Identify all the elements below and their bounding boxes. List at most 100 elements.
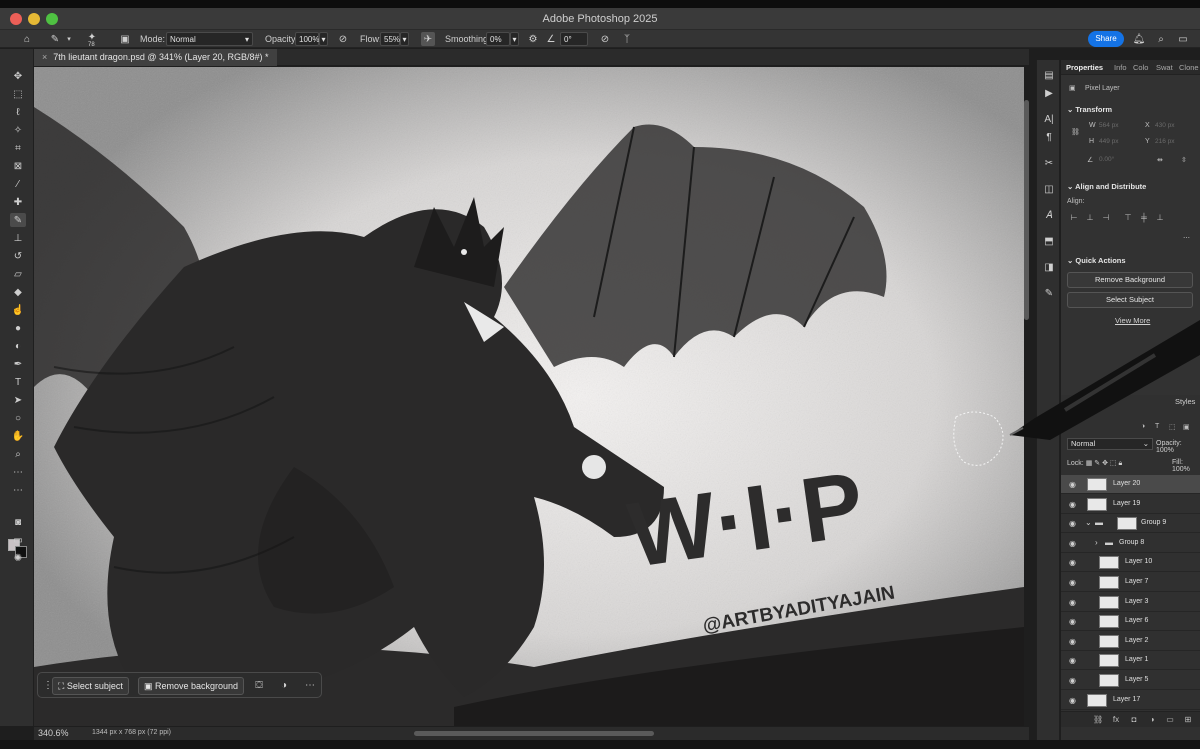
visibility-eye-icon[interactable]: ◉ [1069, 696, 1079, 705]
quick-select-subject-button[interactable]: Select Subject [1067, 292, 1193, 308]
x-field[interactable]: 430 px [1155, 122, 1175, 133]
shape-tool-icon[interactable]: ○ [10, 411, 26, 425]
visibility-eye-icon[interactable]: ◉ [1069, 558, 1079, 567]
group-mask-thumbnail[interactable] [1117, 517, 1137, 531]
transform-icon[interactable]: ⛋ [251, 678, 267, 694]
history-panel-icon[interactable]: ▤ [1041, 68, 1057, 84]
quick-actions-section-title[interactable]: ⌄ Quick Actions [1067, 256, 1126, 265]
flip-vertical-icon[interactable]: ⇳ [1181, 156, 1187, 164]
lock-all-icon[interactable]: 🔒︎ [1119, 460, 1123, 467]
new-adjustment-layer-icon[interactable]: ◑ [1147, 715, 1157, 725]
home-icon[interactable]: ⌂ [20, 32, 34, 46]
layer-thumbnail[interactable] [1099, 654, 1119, 668]
lock-move-icon[interactable]: ✥ [1102, 460, 1108, 467]
height-field[interactable]: 449 px [1099, 138, 1119, 149]
align-center-horizontal-icon[interactable]: ⊥ [1085, 213, 1095, 223]
lock-brush-icon[interactable]: ✎ [1094, 460, 1100, 467]
type-tool-icon[interactable]: T [10, 375, 26, 389]
layer-opacity[interactable]: Opacity: 100% [1156, 440, 1200, 454]
chevron-right-icon[interactable]: › [1095, 538, 1098, 547]
layer-row[interactable]: ◉ Layer 20 [1061, 475, 1200, 494]
new-layer-icon[interactable]: ⊞ [1183, 715, 1193, 725]
frame-tool-icon[interactable]: ⊠ [10, 159, 26, 173]
bell-icon[interactable]: 🔔︎ [1132, 32, 1146, 46]
align-middle-vertical-icon[interactable]: ╪ [1139, 213, 1149, 223]
marquee-tool-icon[interactable]: ⬚ [10, 87, 26, 101]
layer-thumbnail[interactable] [1099, 615, 1119, 629]
pen-tool-icon[interactable]: ✒ [10, 357, 26, 371]
layer-row[interactable]: ◉ Layer 19 [1061, 495, 1200, 514]
edit-toolbar-icon[interactable]: ⋯ [10, 483, 26, 497]
layer-thumbnail[interactable] [1099, 595, 1119, 609]
horizontal-scrollbar[interactable] [414, 731, 654, 736]
layer-row[interactable]: ◉ Layer 1 [1061, 651, 1200, 671]
filter-adjustment-icon[interactable]: ◑ [1141, 423, 1145, 430]
remove-background-button[interactable]: ▣ Remove background [138, 677, 245, 695]
visibility-eye-icon[interactable]: ◉ [1069, 500, 1079, 509]
screen-mode-icon[interactable]: ▭ [10, 533, 26, 547]
blend-mode-select[interactable]: Normal ⌄ [1067, 438, 1153, 450]
workspace-icon[interactable]: ▭ [1176, 32, 1190, 46]
align-top-icon[interactable]: ⊤ [1123, 213, 1133, 223]
quick-remove-background-button[interactable]: Remove Background [1067, 272, 1193, 288]
new-group-icon[interactable]: ▭ [1165, 715, 1175, 725]
filter-shape-icon[interactable]: ⬚ [1169, 423, 1176, 431]
width-field[interactable]: 564 px [1099, 122, 1119, 133]
layer-row[interactable]: ◉ Layer 7 [1061, 573, 1200, 592]
history-brush-tool-icon[interactable]: ↺ [10, 249, 26, 263]
adjustments-icon[interactable]: ◨ [1041, 260, 1057, 276]
visibility-eye-icon[interactable]: ◉ [1069, 598, 1079, 607]
share-button[interactable]: Share [1088, 31, 1124, 47]
flow-dropdown[interactable]: ▾ [400, 32, 409, 46]
layer-thumbnail[interactable] [1087, 497, 1107, 511]
symmetry-icon[interactable]: ᛉ [620, 32, 634, 46]
align-section-title[interactable]: ⌄ Align and Distribute [1067, 182, 1146, 191]
visibility-eye-icon[interactable]: ◉ [1069, 578, 1079, 587]
adjustment-icon[interactable]: ◑ [276, 678, 292, 694]
quick-selection-tool-icon[interactable]: ✧ [10, 123, 26, 137]
crop-tool-icon[interactable]: ⌗ [10, 141, 26, 155]
layer-thumbnail[interactable] [1099, 674, 1119, 687]
visibility-eye-icon[interactable]: ◉ [1069, 539, 1079, 548]
layer-thumbnail[interactable] [1099, 634, 1119, 648]
tab-info[interactable]: Info [1114, 63, 1127, 72]
more-options-icon[interactable]: ⋯ [302, 678, 318, 694]
zoom-tool-icon[interactable]: ⌕ [10, 447, 26, 461]
smoothing-dropdown[interactable]: ▾ [510, 32, 519, 46]
visibility-eye-icon[interactable]: ◉ [1069, 480, 1079, 489]
airbrush-icon[interactable]: ✈ [421, 32, 435, 46]
smudge-tool-icon[interactable]: ☝ [10, 303, 26, 317]
angle-input[interactable]: 0° [560, 32, 588, 46]
path-selection-tool-icon[interactable]: ➤ [10, 393, 26, 407]
transform-section-title[interactable]: ⌄ Transform [1067, 105, 1112, 114]
add-mask-icon[interactable]: ◘ [1129, 715, 1139, 725]
healing-brush-tool-icon[interactable]: ✚ [10, 195, 26, 209]
view-more-link[interactable]: View More [1115, 316, 1150, 325]
brushes-panel-icon[interactable]: ✎ [1041, 286, 1057, 302]
close-icon[interactable]: × [42, 52, 47, 62]
y-field[interactable]: 216 px [1155, 138, 1175, 149]
layer-row[interactable]: ◉ ⌄ ▬ Group 9 [1061, 514, 1200, 534]
actions-panel-icon[interactable]: ▶ [1041, 86, 1057, 102]
tool-presets-icon[interactable]: ✂ [1041, 156, 1057, 172]
layer-thumbnail[interactable] [1099, 556, 1119, 570]
brush-tool-icon[interactable]: ✎ [48, 32, 62, 46]
more-align-options-icon[interactable]: ⋯ [1183, 234, 1190, 242]
brush-settings-icon[interactable]: ▣ [118, 32, 132, 46]
lock-artboard-icon[interactable]: ⬚ [1110, 460, 1117, 467]
paint-bucket-tool-icon[interactable]: ◆ [10, 285, 26, 299]
layer-thumbnail[interactable] [1087, 478, 1107, 491]
brush-tool-icon[interactable]: ✎ [10, 213, 26, 227]
move-tool-icon[interactable]: ✥ [10, 69, 26, 83]
visibility-eye-icon[interactable]: ◉ [1069, 637, 1079, 646]
align-bottom-icon[interactable]: ⊥ [1155, 213, 1165, 223]
layer-row[interactable]: ◉ Layer 2 [1061, 632, 1200, 651]
burn-tool-icon[interactable]: ◐ [10, 339, 26, 353]
quick-mask-icon[interactable]: ◙ [10, 515, 26, 529]
eyedropper-tool-icon[interactable]: ⁄ [10, 177, 26, 191]
filter-type-icon[interactable]: T [1155, 423, 1159, 430]
visibility-eye-icon[interactable]: ◉ [1069, 656, 1079, 665]
layer-comps-icon[interactable]: ◫ [1041, 182, 1057, 198]
tab-styles[interactable]: Styles [1175, 397, 1195, 406]
tab-color[interactable]: Colo [1133, 63, 1148, 72]
